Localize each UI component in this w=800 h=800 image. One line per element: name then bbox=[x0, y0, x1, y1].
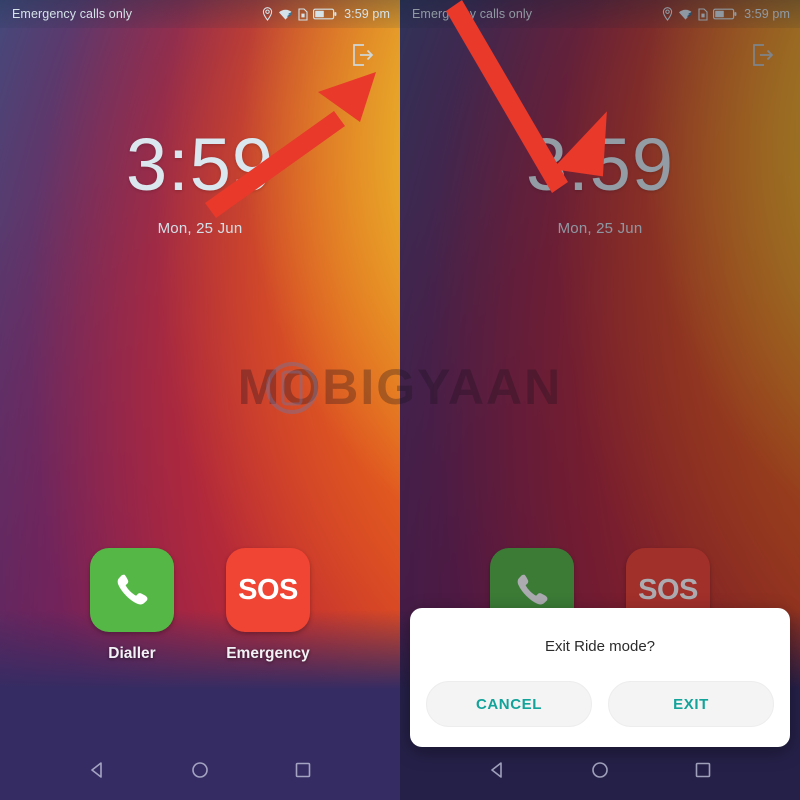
lockscreen-clock: 3:59 Mon, 25 Jun bbox=[0, 123, 400, 238]
sos-glyph: SOS bbox=[238, 573, 298, 606]
exit-ride-mode-dialog: Exit Ride mode? CANCEL EXIT bbox=[410, 608, 790, 747]
app-shortcuts: Dialler SOS Emergency bbox=[0, 548, 400, 663]
back-triangle-icon[interactable] bbox=[487, 760, 507, 785]
back-triangle-icon[interactable] bbox=[87, 760, 107, 785]
status-bar: Emergency calls only 3:59 pm bbox=[0, 0, 400, 28]
android-nav-bar bbox=[0, 744, 400, 800]
app-label: Dialler bbox=[108, 645, 156, 662]
clock-time: 3:59 bbox=[125, 123, 275, 206]
clock-date: Mon, 25 Jun bbox=[157, 220, 243, 237]
status-bar-clock: 3:59 pm bbox=[344, 7, 390, 21]
exit-button[interactable]: EXIT bbox=[608, 681, 774, 727]
phone-screen-exit-dialog: Emergency calls only 3:59 pm 3:59 Mon, 2… bbox=[400, 0, 800, 800]
screenshot-root: Emergency calls only 3:59 pm 3:59 Mon, 2… bbox=[0, 0, 800, 800]
location-pin-icon bbox=[262, 7, 273, 21]
home-circle-icon[interactable] bbox=[590, 760, 610, 785]
wifi-icon bbox=[278, 8, 293, 21]
home-circle-icon[interactable] bbox=[190, 760, 210, 785]
phone-handset-icon bbox=[90, 548, 174, 632]
sos-text-icon: SOS bbox=[226, 548, 310, 632]
carrier-label: Emergency calls only bbox=[12, 7, 133, 21]
sim-card-icon bbox=[298, 7, 308, 21]
recents-square-icon[interactable] bbox=[293, 760, 313, 785]
app-shortcut-emergency[interactable]: SOS Emergency bbox=[223, 548, 313, 663]
app-shortcut-dialler[interactable]: Dialler bbox=[87, 548, 177, 663]
battery-half-icon bbox=[313, 8, 337, 20]
cancel-button[interactable]: CANCEL bbox=[426, 681, 592, 727]
exit-ride-mode-icon[interactable] bbox=[350, 42, 376, 68]
recents-square-icon[interactable] bbox=[693, 760, 713, 785]
android-nav-bar bbox=[400, 744, 800, 800]
app-label: Emergency bbox=[226, 645, 310, 662]
phone-screen-lockscreen: Emergency calls only 3:59 pm 3:59 Mon, 2… bbox=[0, 0, 400, 800]
dialog-message: Exit Ride mode? bbox=[544, 638, 656, 655]
wallpaper bbox=[0, 0, 400, 800]
